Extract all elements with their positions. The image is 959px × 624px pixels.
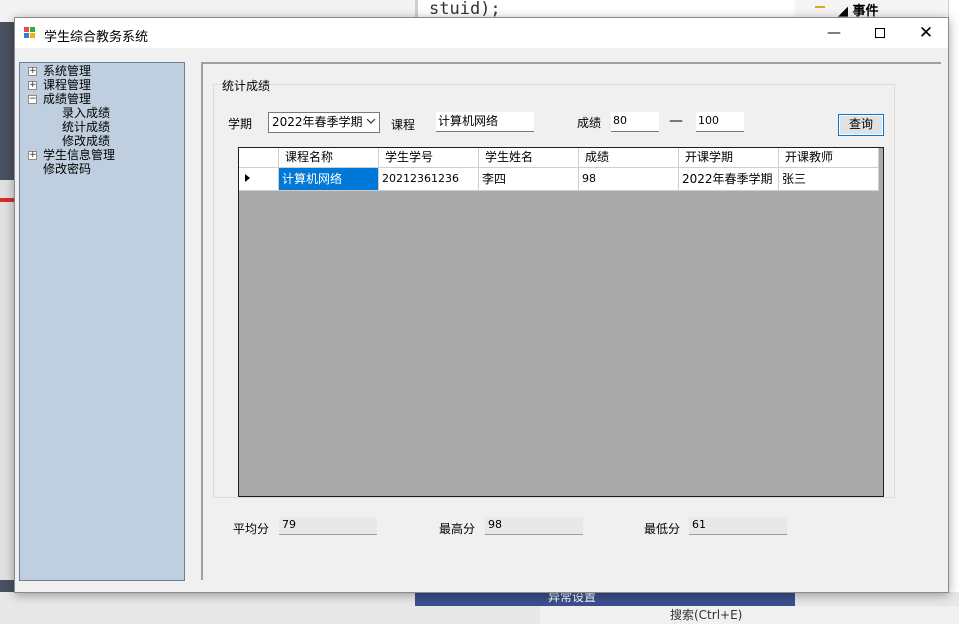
content-panel: 统计成绩 学期 2022年春季学期 课程 计算机网络 成绩 80 — 100 查… [201,62,941,580]
current-row-icon [245,174,250,182]
background-side-strip [948,0,959,624]
column-header-course[interactable]: 课程名称 [279,148,379,168]
average-value: 79 [279,517,377,535]
column-header-teacher[interactable]: 开课教师 [779,148,879,168]
background-bottom-toolbar: 搜索(Ctrl+E) [540,606,959,624]
maximize-button[interactable] [857,18,903,48]
table-cell[interactable]: 98 [579,168,679,191]
column-header-student-name[interactable]: 学生姓名 [479,148,579,168]
results-grid[interactable]: 课程名称 学生学号 学生姓名 成绩 开课学期 开课教师 计算机网络 202123… [238,147,884,497]
chevron-down-icon [366,118,376,124]
minimize-button[interactable]: — [811,18,857,48]
group-title: 统计成绩 [221,77,272,94]
grid-corner [239,148,279,168]
score-range-separator: — [669,113,683,129]
background-props-marker [815,6,825,8]
term-select[interactable]: 2022年春季学期 [268,112,380,133]
background-search-text: 搜索(Ctrl+E) [670,608,743,622]
stats-groupbox: 统计成绩 学期 2022年春季学期 课程 计算机网络 成绩 80 — 100 查… [213,77,895,498]
tree-child-stats-score[interactable]: 统计成绩 [62,120,110,134]
table-cell[interactable]: 李四 [479,168,579,191]
table-cell[interactable]: 张三 [779,168,879,191]
lowest-label: 最低分 [644,522,681,536]
table-cell[interactable]: 2022年春季学期 [679,168,779,191]
tree-node-label[interactable]: 成绩管理 [43,92,91,106]
tree-node-label[interactable]: 修改密码 [43,162,91,176]
row-header[interactable] [239,168,279,191]
expand-plus-icon[interactable]: + [28,151,37,160]
main-window: 学生综合教务系统 — ✕ + 系统管理 + 课程管理 − 成绩管理 录入成绩 统… [14,17,949,593]
background-bottom-bar [415,592,795,606]
score-min-input[interactable]: 80 [611,112,659,132]
score-max-input[interactable]: 100 [696,112,744,132]
tree-child-enter-score[interactable]: 录入成绩 [62,106,110,120]
title-bar[interactable]: 学生综合教务系统 — ✕ [15,18,948,48]
table-cell[interactable]: 计算机网络 [279,168,379,191]
collapse-minus-icon[interactable]: − [28,95,37,104]
tree-node-label[interactable]: 系统管理 [43,64,91,78]
close-icon: ✕ [918,23,934,43]
score-label: 成绩 [577,116,602,130]
average-label: 平均分 [233,522,270,536]
minimize-icon: — [827,25,841,41]
background-left-accent [0,198,14,202]
column-header-student-id[interactable]: 学生学号 [379,148,479,168]
app-icon [24,27,36,39]
term-select-value: 2022年春季学期 [272,115,363,129]
course-input[interactable]: 计算机网络 [436,112,534,132]
navigation-tree[interactable]: + 系统管理 + 课程管理 − 成绩管理 录入成绩 统计成绩 修改成绩 + 学生… [19,62,185,581]
close-button[interactable]: ✕ [903,18,949,48]
column-header-score[interactable]: 成绩 [579,148,679,168]
window-title: 学生综合教务系统 [44,30,149,45]
tree-child-edit-score[interactable]: 修改成绩 [62,134,110,148]
lowest-value: 61 [689,517,787,535]
term-label: 学期 [228,117,253,131]
column-header-term[interactable]: 开课学期 [679,148,779,168]
highest-value: 98 [485,517,583,535]
tree-node-label[interactable]: 学生信息管理 [43,148,115,162]
expand-plus-icon[interactable]: + [28,67,37,76]
table-cell[interactable]: 20212361236 [379,168,479,191]
course-label: 课程 [391,118,416,132]
tree-node-label[interactable]: 课程管理 [43,78,91,92]
highest-label: 最高分 [439,522,476,536]
maximize-icon [875,28,885,38]
background-left-window [0,180,14,580]
query-button[interactable]: 查询 [838,114,884,136]
expand-plus-icon[interactable]: + [28,81,37,90]
